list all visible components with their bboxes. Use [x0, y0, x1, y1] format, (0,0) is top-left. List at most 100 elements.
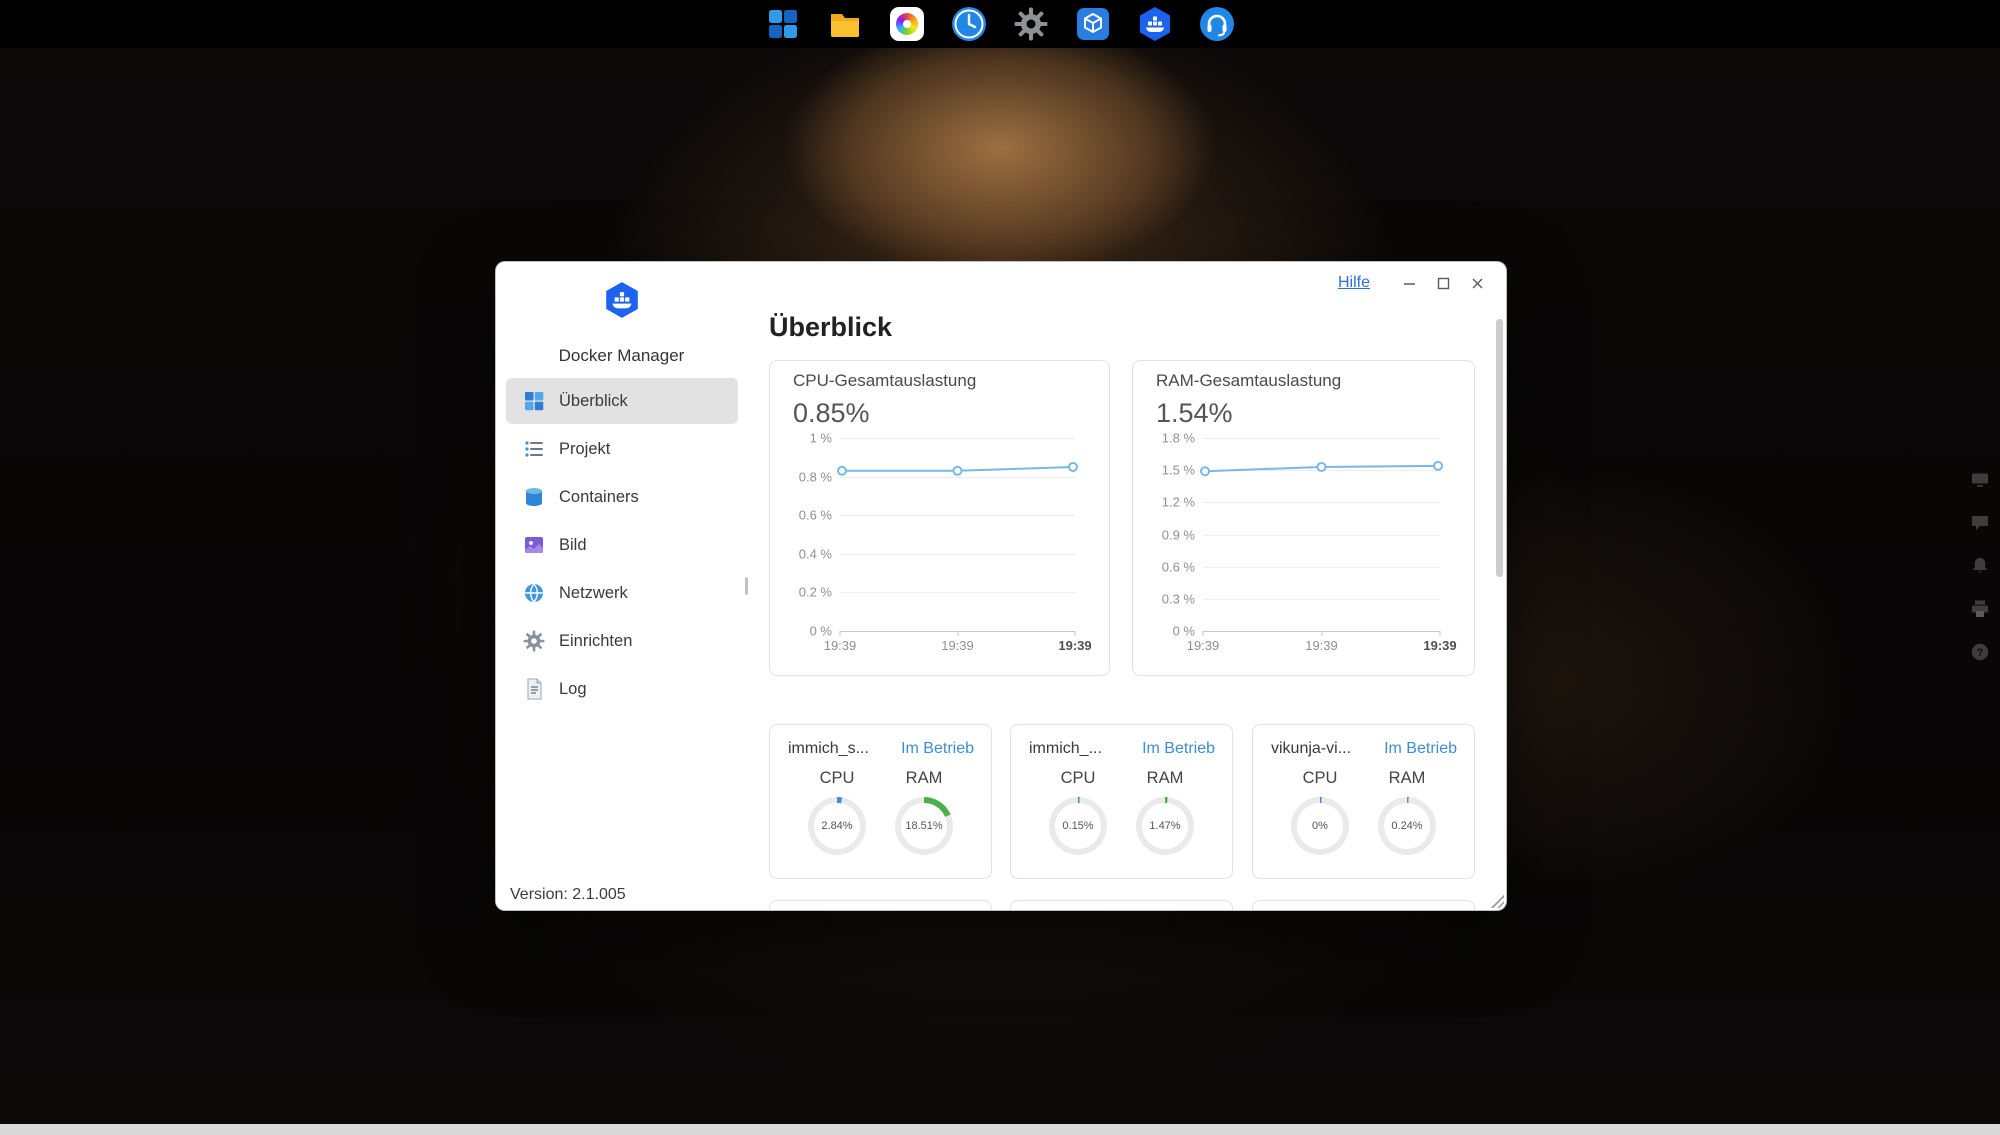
chart-line — [840, 438, 1075, 631]
ram-label: RAM — [1389, 769, 1426, 788]
image-icon — [522, 533, 546, 557]
printer-icon[interactable] — [1970, 599, 1990, 619]
file-manager-icon[interactable] — [826, 5, 864, 43]
minimize-button[interactable] — [1392, 269, 1426, 297]
docker-manager-window: Hilfe Docker Manager Übe — [495, 261, 1507, 911]
cpu-gauge: 0% — [1291, 797, 1349, 855]
close-button[interactable] — [1460, 269, 1494, 297]
sidebar-resize-handle[interactable] — [745, 577, 748, 595]
container-card: immich_s... Im Betrieb CPU 2.84% RAM 18.… — [769, 724, 992, 879]
notification-bell-icon[interactable] — [1970, 556, 1990, 576]
card-title: CPU-Gesamtauslastung — [793, 371, 1109, 391]
support-headset-icon[interactable] — [1198, 5, 1236, 43]
sidebar-item-containers[interactable]: Containers — [506, 474, 738, 520]
ram-gauge: 1.47% — [1136, 797, 1194, 855]
sidebar-item-netzwerk[interactable]: Netzwerk — [506, 570, 738, 616]
help-link[interactable]: Hilfe — [1338, 274, 1370, 292]
y-tick-label: 0.3 % — [1162, 591, 1195, 606]
x-tick-label: 19:39 — [1305, 638, 1338, 653]
card-value: 0.85% — [793, 398, 1109, 429]
sidebar-item-label: Bild — [559, 536, 587, 555]
y-tick-label: 0.6 % — [799, 508, 832, 523]
sidebar-item-einrichten[interactable]: Einrichten — [506, 618, 738, 664]
x-tickmark — [840, 631, 841, 636]
ram-label: RAM — [906, 769, 943, 788]
settings-gear-icon[interactable] — [1012, 5, 1050, 43]
sidebar-item-ueberblick[interactable]: Überblick — [506, 378, 738, 424]
cpu-line-chart: 1 %0.8 %0.6 %0.4 %0.2 %0 % 19:3919:3919:… — [770, 438, 1075, 631]
window-resize-handle[interactable] — [1489, 893, 1504, 908]
log-icon — [522, 677, 546, 701]
chat-icon[interactable] — [1970, 513, 1990, 533]
main-menu-icon[interactable] — [764, 5, 802, 43]
container-card-header: vikunja-vi... Im Betrieb — [1253, 725, 1474, 758]
x-tick-label: 19:39 — [824, 638, 857, 653]
ram-line-chart: 1.8 %1.5 %1.2 %0.9 %0.6 %0.3 %0 % 19:391… — [1133, 438, 1440, 631]
x-tickmark — [957, 631, 958, 636]
window-controls: Hilfe — [1338, 268, 1494, 298]
container-gauges: CPU 0.15% RAM 1.47% — [1011, 769, 1232, 855]
x-tickmark — [1075, 631, 1076, 636]
page-title: Überblick — [769, 312, 892, 343]
ram-gauge: 0.24% — [1378, 797, 1436, 855]
y-tick-label: 1 % — [810, 431, 832, 446]
sidebar-nav: Überblick Projekt Containers — [506, 378, 738, 714]
sidebar: Docker Manager Überblick Projekt — [496, 262, 747, 910]
container-icon — [522, 485, 546, 509]
cpu-usage-card: CPU-Gesamtauslastung 0.85% 1 %0.8 %0.6 %… — [769, 360, 1110, 676]
ram-label: RAM — [1147, 769, 1184, 788]
x-tick-label: 19:39 — [1058, 638, 1091, 653]
y-tick-label: 0 % — [1173, 624, 1195, 639]
ram-gauge-value: 18.51% — [895, 797, 953, 855]
x-tick-label: 19:39 — [1187, 638, 1220, 653]
card-value: 1.54% — [1156, 398, 1474, 429]
sidebar-item-log[interactable]: Log — [506, 666, 738, 712]
taskbar — [0, 0, 2000, 48]
container-card: vikunja-vi... Im Betrieb CPU 0% RAM 0.24… — [1252, 724, 1475, 879]
sidebar-item-bild[interactable]: Bild — [506, 522, 738, 568]
y-tick-label: 0.4 % — [799, 546, 832, 561]
card-title: RAM-Gesamtauslastung — [1156, 371, 1474, 391]
system-tray: ? — [1970, 470, 1990, 662]
sidebar-item-label: Einrichten — [559, 632, 632, 651]
y-tick-label: 1.2 % — [1162, 495, 1195, 510]
cpu-gauge: 0.15% — [1049, 797, 1107, 855]
x-tickmark — [1321, 631, 1322, 636]
chart-line — [1203, 438, 1440, 631]
container-gauges: CPU 2.84% RAM 18.51% — [770, 769, 991, 855]
scrollbar-thumb[interactable] — [1496, 319, 1503, 577]
container-card-partial — [769, 900, 992, 911]
cpu-gauge-value: 2.84% — [808, 797, 866, 855]
status-badge: Im Betrieb — [901, 740, 974, 758]
svg-text:?: ? — [1977, 647, 1984, 659]
container-card-partial — [1252, 900, 1475, 911]
display-icon[interactable] — [1970, 470, 1990, 490]
cpu-label: CPU — [820, 769, 855, 788]
desktop: ? Hilfe Docker Manager — [0, 0, 2000, 1135]
status-badge: Im Betrieb — [1142, 740, 1215, 758]
help-icon[interactable]: ? — [1970, 642, 1990, 662]
container-name: vikunja-vi... — [1271, 740, 1351, 758]
package-center-icon[interactable] — [1074, 5, 1112, 43]
docker-icon[interactable] — [1136, 5, 1174, 43]
y-tick-label: 0 % — [810, 624, 832, 639]
sidebar-item-label: Überblick — [559, 392, 628, 411]
cpu-gauge-value: 0.15% — [1049, 797, 1107, 855]
container-gauges: CPU 0% RAM 0.24% — [1253, 769, 1474, 855]
clock-icon[interactable] — [950, 5, 988, 43]
ram-gauge: 18.51% — [895, 797, 953, 855]
container-name: immich_... — [1029, 740, 1102, 758]
sidebar-item-label: Log — [559, 680, 587, 699]
status-badge: Im Betrieb — [1384, 740, 1457, 758]
sidebar-item-projekt[interactable]: Projekt — [506, 426, 738, 472]
sidebar-item-label: Containers — [559, 488, 639, 507]
container-card-header: immich_... Im Betrieb — [1011, 725, 1232, 758]
gear-icon — [522, 629, 546, 653]
grid-icon — [522, 389, 546, 413]
version-label: Version: 2.1.005 — [510, 886, 626, 904]
cpu-label: CPU — [1061, 769, 1096, 788]
photos-icon[interactable] — [888, 5, 926, 43]
x-tickmark — [1440, 631, 1441, 636]
maximize-button[interactable] — [1426, 269, 1460, 297]
container-card: immich_... Im Betrieb CPU 0.15% RAM 1.47… — [1010, 724, 1233, 879]
